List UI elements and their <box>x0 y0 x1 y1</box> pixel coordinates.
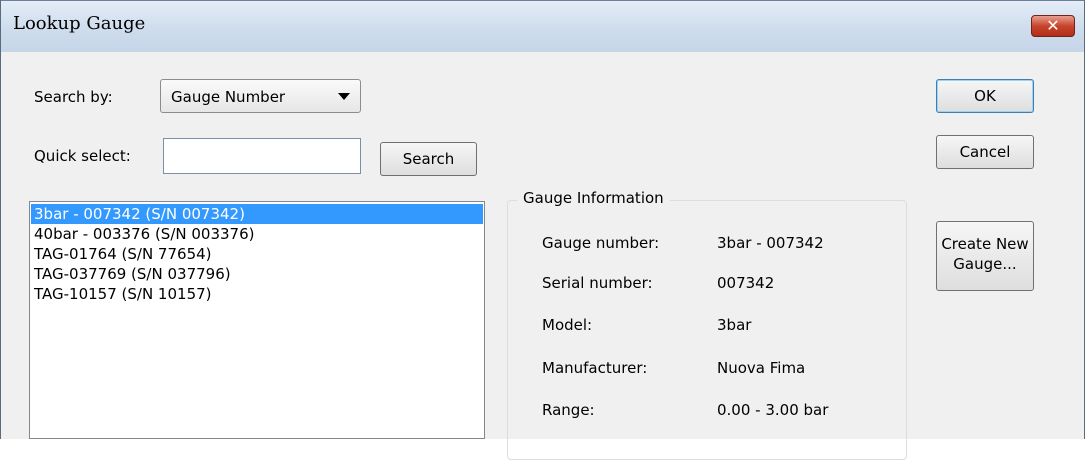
range-value: 0.00 - 3.00 bar <box>717 401 829 419</box>
window-title: Lookup Gauge <box>13 13 146 34</box>
create-new-gauge-button[interactable]: Create New Gauge... <box>936 221 1034 291</box>
lookup-gauge-dialog: Lookup Gauge ✕ Search by: Gauge Number Q… <box>0 0 1085 460</box>
serial-number-label: Serial number: <box>542 274 653 292</box>
list-item[interactable]: TAG-037769 (S/N 037796) <box>31 264 483 284</box>
gauge-number-label: Gauge number: <box>542 234 660 252</box>
search-button[interactable]: Search <box>380 142 477 176</box>
list-item[interactable]: 40bar - 003376 (S/N 003376) <box>31 224 483 244</box>
search-by-value: Gauge Number <box>171 88 286 106</box>
list-item[interactable]: 3bar - 007342 (S/N 007342) <box>31 204 483 224</box>
title-bar[interactable]: Lookup Gauge ✕ <box>1 0 1084 52</box>
model-value: 3bar <box>717 316 752 334</box>
serial-number-value: 007342 <box>717 274 775 292</box>
chevron-down-icon <box>338 93 350 100</box>
cancel-button[interactable]: Cancel <box>936 135 1034 169</box>
gauge-number-value: 3bar - 007342 <box>717 234 824 252</box>
create-new-gauge-label-2: Gauge... <box>953 255 1017 273</box>
gauge-list[interactable]: 3bar - 007342 (S/N 007342) 40bar - 00337… <box>29 201 485 439</box>
list-item[interactable]: TAG-10157 (S/N 10157) <box>31 284 483 304</box>
close-button[interactable]: ✕ <box>1031 15 1075 37</box>
ok-button[interactable]: OK <box>936 79 1034 113</box>
quick-select-input[interactable] <box>163 138 361 174</box>
list-item[interactable]: TAG-01764 (S/N 77654) <box>31 244 483 264</box>
quick-select-label: Quick select: <box>34 147 131 165</box>
manufacturer-value: Nuova Fima <box>717 359 806 377</box>
model-label: Model: <box>542 316 593 334</box>
close-icon: ✕ <box>1046 16 1060 35</box>
search-by-dropdown[interactable]: Gauge Number <box>160 79 361 113</box>
range-label: Range: <box>542 401 595 419</box>
create-new-gauge-label-1: Create New <box>941 235 1029 253</box>
search-by-label: Search by: <box>34 88 113 106</box>
manufacturer-label: Manufacturer: <box>542 359 648 377</box>
gauge-information-title: Gauge Information <box>517 189 670 207</box>
